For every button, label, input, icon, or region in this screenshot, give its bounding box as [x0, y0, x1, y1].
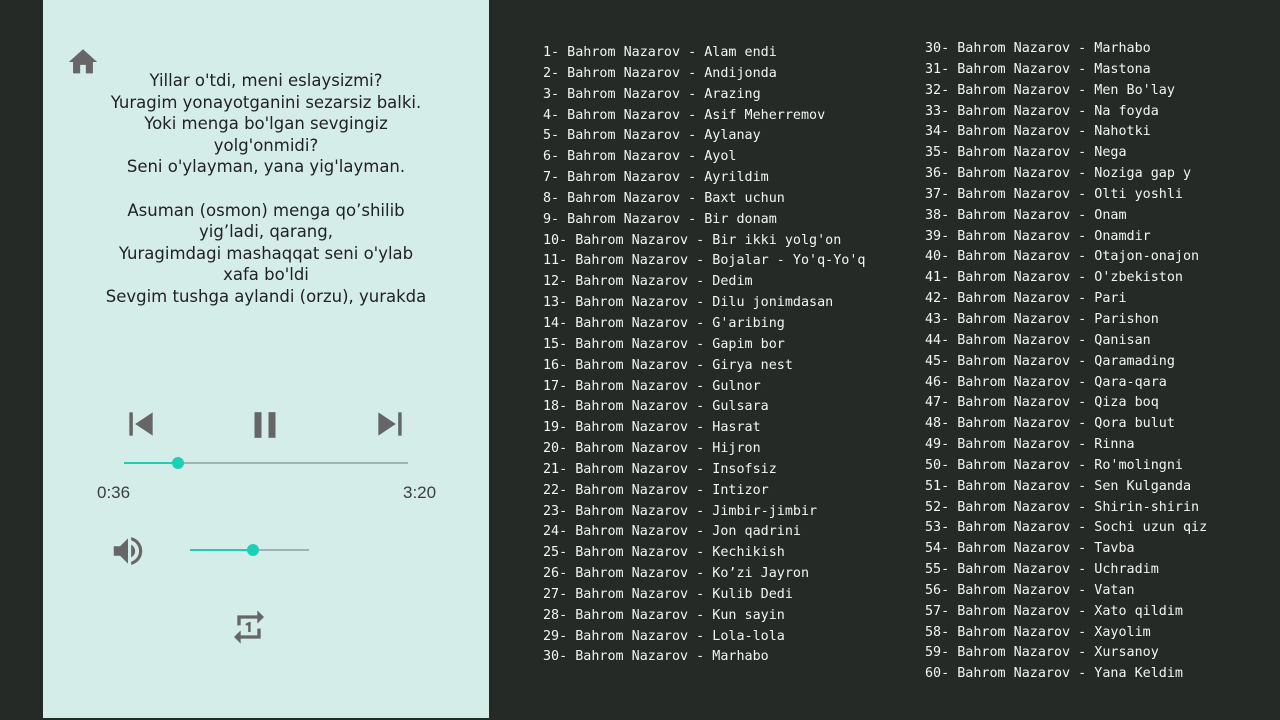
playlist-item[interactable]: 24- Bahrom Nazarov - Jon qadrini: [543, 522, 865, 543]
playlist-item[interactable]: 37- Bahrom Nazarov - Olti yoshli: [925, 185, 1207, 206]
playlist-item[interactable]: 39- Bahrom Nazarov - Onamdir: [925, 227, 1207, 248]
lyric-line: Yuragimdagi mashaqqat seni o'ylab: [118, 243, 414, 263]
playlist-item[interactable]: 31- Bahrom Nazarov - Mastona: [925, 60, 1207, 81]
playlist-item[interactable]: 25- Bahrom Nazarov - Kechikish: [543, 543, 865, 564]
playlist-item[interactable]: 54- Bahrom Nazarov - Tavba: [925, 539, 1207, 560]
playlist-item[interactable]: 38- Bahrom Nazarov - Onam: [925, 206, 1207, 227]
playlist-item[interactable]: 11- Bahrom Nazarov - Bojalar - Yo'q-Yo'q: [543, 251, 865, 272]
playlist-item[interactable]: 59- Bahrom Nazarov - Xursanoy: [925, 643, 1207, 664]
seek-thumb[interactable]: [171, 457, 184, 469]
playlist-item[interactable]: 57- Bahrom Nazarov - Xato qildim: [925, 602, 1207, 623]
lyric-line: Yoki menga bo'lgan sevgingiz: [144, 114, 388, 134]
playlist-item[interactable]: 20- Bahrom Nazarov - Hijron: [543, 439, 865, 460]
playlist-item[interactable]: 58- Bahrom Nazarov - Xayolim: [925, 623, 1207, 644]
playlist-item[interactable]: 34- Bahrom Nazarov - Nahotki: [925, 122, 1207, 143]
playlist-item[interactable]: 12- Bahrom Nazarov - Dedim: [543, 272, 865, 293]
playlist-item[interactable]: 52- Bahrom Nazarov - Shirin-shirin: [925, 498, 1207, 519]
lyric-line: yolg'onmidi?: [213, 135, 319, 155]
playlist-item[interactable]: 6- Bahrom Nazarov - Ayol: [543, 147, 865, 168]
lyric-line: Sevgim tushga aylandi (orzu), yurakda: [105, 286, 427, 306]
playlist-item[interactable]: 10- Bahrom Nazarov - Bir ikki yolg'on: [543, 231, 865, 252]
playlist-item[interactable]: 30- Bahrom Nazarov - Marhabo: [543, 647, 865, 668]
playlist-item[interactable]: 44- Bahrom Nazarov - Qanisan: [925, 331, 1207, 352]
playlist-item[interactable]: 4- Bahrom Nazarov - Asif Meherremov: [543, 106, 865, 127]
playlist-item[interactable]: 14- Bahrom Nazarov - G'aribing: [543, 314, 865, 335]
lyric-line: Asuman (osmon) menga qo’shilib: [127, 200, 405, 220]
playlist-item[interactable]: 40- Bahrom Nazarov - Otajon-onajon: [925, 247, 1207, 268]
playlist-item[interactable]: 22- Bahrom Nazarov - Intizor: [543, 481, 865, 502]
lyric-line: Seni o'ylayman, yana yig'layman.: [126, 157, 406, 177]
playlist-item[interactable]: 13- Bahrom Nazarov - Dilu jonimdasan: [543, 293, 865, 314]
playlist-item[interactable]: 23- Bahrom Nazarov - Jimbir-jimbir: [543, 502, 865, 523]
repeat-one-icon[interactable]: [229, 607, 269, 647]
playlist-item[interactable]: 1- Bahrom Nazarov - Alam endi: [543, 43, 865, 64]
elapsed-time: 0:36: [97, 483, 131, 502]
lyric-line: [88, 178, 444, 200]
playlist-item[interactable]: 2- Bahrom Nazarov - Andijonda: [543, 64, 865, 85]
playlist-item[interactable]: 43- Bahrom Nazarov - Parishon: [925, 310, 1207, 331]
volume-up-icon[interactable]: [108, 532, 148, 570]
playlist-column-2: 30- Bahrom Nazarov - Marhabo 31- Bahrom N…: [925, 39, 1207, 685]
playlist-item[interactable]: 48- Bahrom Nazarov - Qora bulut: [925, 414, 1207, 435]
player-panel: Yillar o'tdi, meni eslaysizmi? Yuragim yo…: [43, 0, 489, 718]
playlist-item[interactable]: 33- Bahrom Nazarov - Na foyda: [925, 102, 1207, 123]
playlist-item[interactable]: 56- Bahrom Nazarov - Vatan: [925, 581, 1207, 602]
playlist-item[interactable]: 36- Bahrom Nazarov - Noziga gap y: [925, 164, 1207, 185]
playlist-column-1: 1- Bahrom Nazarov - Alam endi 2- Bahrom N…: [543, 43, 865, 668]
playlist-item[interactable]: 9- Bahrom Nazarov - Bir donam: [543, 210, 865, 231]
playlist-item[interactable]: 15- Bahrom Nazarov - Gapim bor: [543, 335, 865, 356]
playlist-item[interactable]: 35- Bahrom Nazarov - Nega: [925, 143, 1207, 164]
playlist-item[interactable]: 29- Bahrom Nazarov - Lola-lola: [543, 627, 865, 648]
playlist-item[interactable]: 60- Bahrom Nazarov - Yana Keldim: [925, 664, 1207, 685]
playlist-item[interactable]: 3- Bahrom Nazarov - Arazing: [543, 85, 865, 106]
playlist-item[interactable]: 51- Bahrom Nazarov - Sen Kulganda: [925, 477, 1207, 498]
playlist-item[interactable]: 19- Bahrom Nazarov - Hasrat: [543, 418, 865, 439]
playlist-item[interactable]: 49- Bahrom Nazarov - Rinna: [925, 435, 1207, 456]
playlist-item[interactable]: 8- Bahrom Nazarov - Baxt uchun: [543, 189, 865, 210]
seek-bar[interactable]: [124, 457, 408, 469]
playlist-item[interactable]: 50- Bahrom Nazarov - Ro'molingni: [925, 456, 1207, 477]
volume-level: [190, 549, 254, 551]
lyric-line: Yuragim yonayotganini sezarsiz balki.: [110, 92, 422, 112]
lyrics-view[interactable]: Yillar o'tdi, meni eslaysizmi? Yuragim yo…: [88, 70, 444, 332]
playlist-item[interactable]: 16- Bahrom Nazarov - Girya nest: [543, 356, 865, 377]
lyric-line: Yillar o'tdi, meni eslaysizmi?: [149, 71, 383, 90]
playlist-item[interactable]: 26- Bahrom Nazarov - Ko’zi Jayron: [543, 564, 865, 585]
skip-next-icon[interactable]: [376, 410, 404, 438]
playlist-item[interactable]: 28- Bahrom Nazarov - Kun sayin: [543, 606, 865, 627]
playlist-item[interactable]: 7- Bahrom Nazarov - Ayrildim: [543, 168, 865, 189]
skip-previous-icon[interactable]: [127, 410, 155, 438]
playlist-item[interactable]: 46- Bahrom Nazarov - Qara-qara: [925, 373, 1207, 394]
volume-slider[interactable]: [190, 544, 309, 556]
playlist-item[interactable]: 53- Bahrom Nazarov - Sochi uzun qiz: [925, 518, 1207, 539]
playlist-item[interactable]: 27- Bahrom Nazarov - Kulib Dedi: [543, 585, 865, 606]
playlist-item[interactable]: 45- Bahrom Nazarov - Qaramading: [925, 352, 1207, 373]
playlist-item[interactable]: 32- Bahrom Nazarov - Men Bo'lay: [925, 81, 1207, 102]
playlist-item[interactable]: 41- Bahrom Nazarov - O'zbekiston: [925, 268, 1207, 289]
playlist-item[interactable]: 42- Bahrom Nazarov - Pari: [925, 289, 1207, 310]
lyric-line: yig’ladi, qarang,: [199, 222, 333, 242]
lyric-line: xafa bo'ldi: [223, 265, 309, 285]
pause-icon[interactable]: [251, 410, 279, 440]
volume-thumb[interactable]: [247, 544, 260, 556]
playlist-item[interactable]: 21- Bahrom Nazarov - Insofsiz: [543, 460, 865, 481]
playlist-item[interactable]: 5- Bahrom Nazarov - Aylanay: [543, 126, 865, 147]
playlist-item[interactable]: 55- Bahrom Nazarov - Uchradim: [925, 560, 1207, 581]
seek-progress: [124, 462, 178, 464]
playlist-item[interactable]: 47- Bahrom Nazarov - Qiza boq: [925, 393, 1207, 414]
playlist-item[interactable]: 18- Bahrom Nazarov - Gulsara: [543, 397, 865, 418]
playlist-item[interactable]: 17- Bahrom Nazarov - Gulnor: [543, 377, 865, 398]
total-duration: 3:20: [403, 483, 437, 502]
playlist-item[interactable]: 30- Bahrom Nazarov - Marhabo: [925, 39, 1207, 60]
